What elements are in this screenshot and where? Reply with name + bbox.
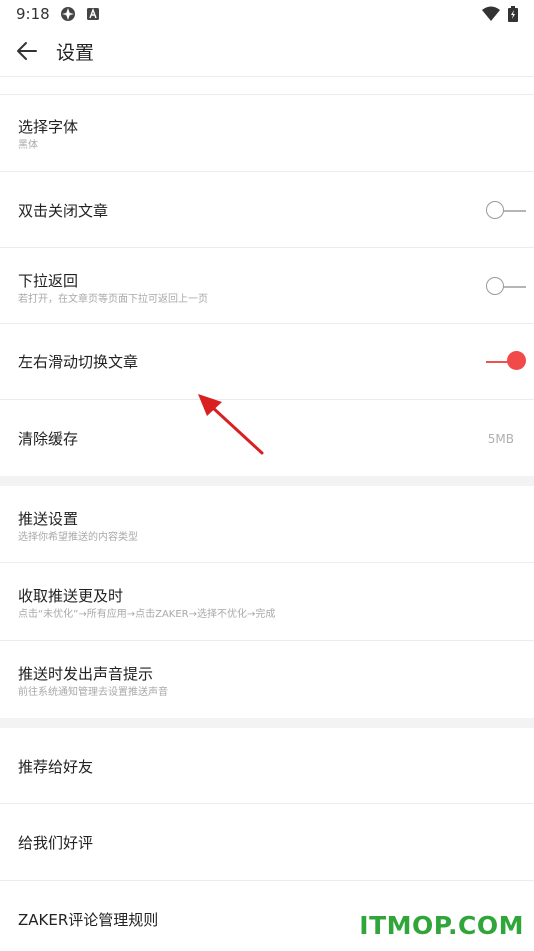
wifi-icon	[482, 6, 500, 25]
push-settings-label: 推送设置	[18, 510, 79, 528]
section-gap	[0, 476, 534, 486]
swipe-switch-label: 左右滑动切换文章	[18, 353, 139, 371]
pull-back-description: 若打开，在文章页等页面下拉可返回上一页	[18, 294, 208, 305]
pull-back-toggle[interactable]	[486, 276, 526, 298]
text-notification-icon	[86, 6, 100, 25]
status-bar: 9:18	[0, 0, 534, 28]
push-sound-description: 前往系统通知管理去设置推送声音	[18, 687, 168, 698]
watermark-logo: ITMOP.COM	[359, 911, 524, 940]
push-timely-label: 收取推送更及时	[18, 587, 124, 605]
rate-us-row[interactable]: 给我们好评	[0, 804, 534, 881]
font-setting-value: 黑体	[18, 140, 38, 151]
double-tap-close-label: 双击关闭文章	[18, 202, 109, 220]
pull-back-row[interactable]: 下拉返回 若打开，在文章页等页面下拉可返回上一页	[0, 248, 534, 324]
comment-rules-label: ZAKER评论管理规则	[18, 911, 159, 929]
push-sound-label: 推送时发出声音提示	[18, 665, 154, 683]
app-bar: 设置	[0, 28, 534, 74]
cache-size-value: 5MB	[487, 432, 514, 446]
push-settings-row[interactable]: 推送设置 选择你希望推送的内容类型	[0, 486, 534, 563]
font-setting-row[interactable]: 选择字体 黑体	[0, 95, 534, 172]
clear-cache-label: 清除缓存	[18, 430, 79, 448]
push-sound-row[interactable]: 推送时发出声音提示 前往系统通知管理去设置推送声音	[0, 641, 534, 720]
status-time: 9:18	[16, 5, 50, 23]
double-tap-close-row[interactable]: 双击关闭文章	[0, 172, 534, 248]
push-timely-description: 点击“未优化”→所有应用→点击ZAKER→选择不优化→完成	[18, 609, 276, 620]
page-title: 设置	[56, 42, 95, 64]
double-tap-close-toggle[interactable]	[486, 200, 526, 222]
arrow-left-icon	[17, 42, 37, 60]
section-gap	[0, 718, 534, 728]
rate-us-label: 给我们好评	[18, 834, 94, 852]
push-settings-description: 选择你希望推送的内容类型	[18, 532, 138, 543]
annotation-arrow-icon	[198, 394, 264, 455]
battery-icon	[508, 6, 518, 26]
pull-back-label: 下拉返回	[18, 272, 79, 290]
app-notification-icon	[60, 6, 76, 26]
font-setting-label: 选择字体	[18, 118, 79, 136]
partial-row	[0, 77, 534, 95]
recommend-friends-row[interactable]: 推荐给好友	[0, 728, 534, 804]
settings-section-push: 推送设置 选择你希望推送的内容类型 收取推送更及时 点击“未优化”→所有应用→点…	[0, 486, 534, 720]
swipe-switch-toggle[interactable]	[486, 351, 526, 373]
push-timely-row[interactable]: 收取推送更及时 点击“未优化”→所有应用→点击ZAKER→选择不优化→完成	[0, 563, 534, 641]
back-button[interactable]	[14, 38, 42, 64]
recommend-friends-label: 推荐给好友	[18, 758, 94, 776]
